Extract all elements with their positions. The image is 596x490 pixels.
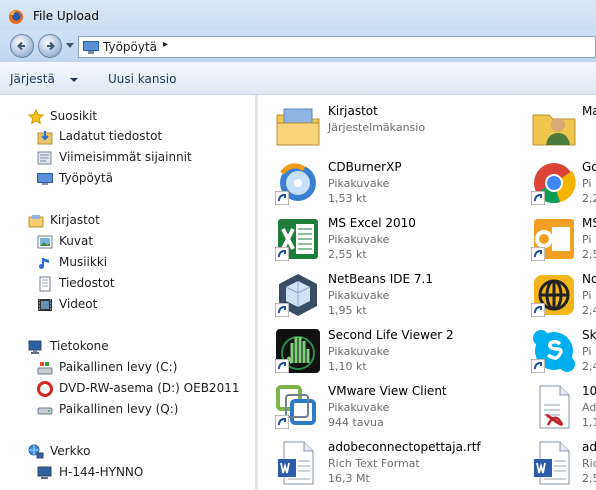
pdf-document-icon <box>539 385 570 429</box>
desktop-icon <box>83 41 99 54</box>
file-item[interactable]: MS Pi 2,5 <box>530 213 596 267</box>
recent-pages-dropdown-icon[interactable] <box>66 43 74 49</box>
forward-arrow-icon <box>47 41 55 51</box>
address-current-folder[interactable]: Työpöytä <box>103 40 157 54</box>
command-toolbar: Järjestä Uusi kansio <box>0 62 596 95</box>
breadcrumb-chevron-icon[interactable]: ▸ <box>163 39 168 50</box>
navigation-pane: Suosikit Ladatut tiedostot Viimeisimmät … <box>0 95 255 490</box>
rtf-document-icon <box>534 441 570 485</box>
user-folder-icon <box>532 114 576 146</box>
videos-icon <box>38 299 52 311</box>
system-drive-icon <box>37 362 53 375</box>
libraries-folder-icon <box>276 108 320 146</box>
computer-icon <box>28 340 42 354</box>
shortcut-arrow-icon <box>531 303 545 317</box>
network-icon <box>28 444 44 459</box>
back-button[interactable] <box>10 34 34 58</box>
pictures-icon <box>37 235 53 249</box>
file-item[interactable]: CDBurnerXP Pikakuvake 1,53 kt <box>274 157 534 211</box>
shortcut-arrow-icon <box>531 359 545 373</box>
navigation-bar: Työpöytä ▸ <box>0 30 596 62</box>
window-title: File Upload <box>33 9 99 23</box>
shortcut-arrow-icon <box>275 247 289 261</box>
music-note-icon <box>39 258 49 269</box>
file-item[interactable]: Ma <box>530 101 596 155</box>
firefox-icon <box>9 10 23 24</box>
shortcut-arrow-icon <box>531 191 545 205</box>
network-computer-icon <box>37 466 52 479</box>
file-item[interactable]: 100 Ad 1,1 <box>530 381 596 435</box>
desktop-icon <box>37 173 53 185</box>
shortcut-arrow-icon <box>275 191 289 205</box>
address-bar[interactable]: Työpöytä ▸ <box>78 36 596 58</box>
file-item[interactable]: VMware View Client Pikakuvake 944 tavua <box>274 381 534 435</box>
documents-icon <box>39 276 51 292</box>
dvd-disc-icon <box>37 381 53 397</box>
downloads-folder-icon <box>37 131 53 145</box>
title-bar: File Upload <box>0 0 596 34</box>
rtf-document-icon <box>278 441 314 485</box>
organize-dropdown-icon[interactable] <box>70 78 78 82</box>
back-arrow-icon <box>17 41 25 51</box>
hard-drive-icon <box>37 407 53 415</box>
file-item[interactable]: ad Ric 2,5 <box>530 437 596 490</box>
libraries-folder-icon <box>28 215 44 228</box>
shortcut-arrow-icon <box>531 247 545 261</box>
file-item[interactable]: adobeconnectopettaja.rtf Rich Text Forma… <box>274 437 534 490</box>
file-item[interactable]: Kirjastot Järjestelmäkansio <box>274 101 534 155</box>
organize-button[interactable]: Järjestä <box>10 72 55 86</box>
forward-button[interactable] <box>38 34 62 58</box>
new-folder-button[interactable]: Uusi kansio <box>108 72 176 86</box>
file-item[interactable]: No Pi 2,4 <box>530 269 596 323</box>
recent-places-icon <box>37 151 52 165</box>
file-item[interactable]: Go Pi 2,2 <box>530 157 596 211</box>
file-item[interactable]: Second Life Viewer 2 Pikakuvake 1,10 kt <box>274 325 534 379</box>
shortcut-arrow-icon <box>275 415 289 429</box>
file-list: Kirjastot Järjestelmäkansio CDBurnerXP P… <box>258 95 596 490</box>
shortcut-arrow-icon <box>275 303 289 317</box>
file-item[interactable]: MS Excel 2010 Pikakuvake 2,55 kt <box>274 213 534 267</box>
file-item[interactable]: NetBeans IDE 7.1 Pikakuvake 1,95 kt <box>274 269 534 323</box>
shortcut-arrow-icon <box>275 359 289 373</box>
file-item[interactable]: Sk Pi 2,4 <box>530 325 596 379</box>
star-icon <box>28 109 44 125</box>
